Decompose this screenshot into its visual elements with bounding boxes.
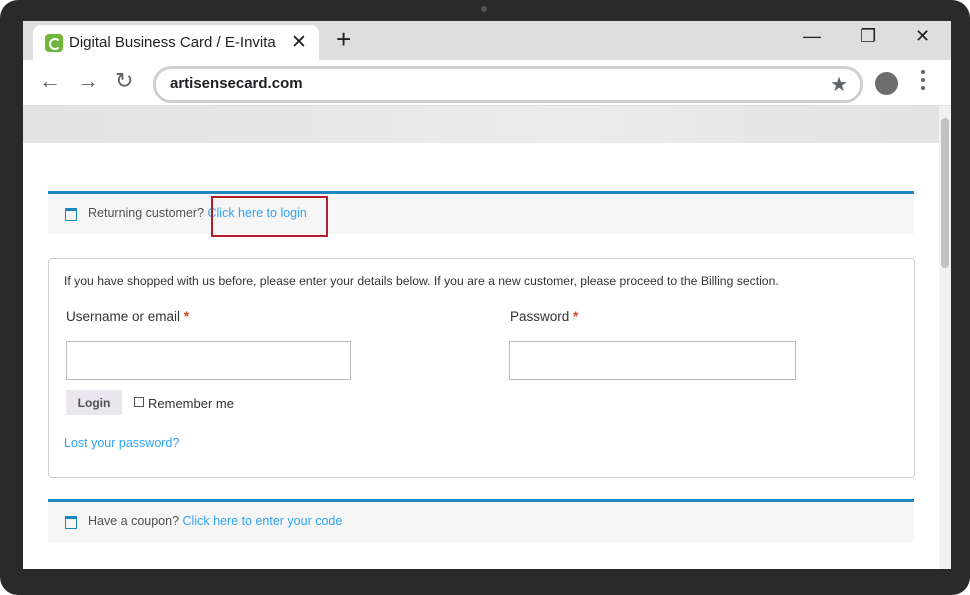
password-label: Password * xyxy=(510,309,578,324)
new-tab-button[interactable]: + xyxy=(336,26,351,52)
close-window-button[interactable]: ✕ xyxy=(915,26,930,47)
forward-arrow-icon[interactable]: → xyxy=(77,68,99,94)
webcam xyxy=(481,6,487,12)
window-icon xyxy=(65,516,77,529)
page-header-banner xyxy=(23,106,939,143)
password-label-text: Password xyxy=(510,309,570,324)
login-intro-text: If you have shopped with us before, plea… xyxy=(64,274,779,288)
lost-password-link[interactable]: Lost your password? xyxy=(64,436,179,450)
address-bar[interactable]: artisensecard.com ★ xyxy=(153,66,863,103)
required-mark: * xyxy=(183,309,190,324)
login-form: If you have shopped with us before, plea… xyxy=(48,258,915,478)
coupon-notice: Have a coupon? Click here to enter your … xyxy=(48,499,914,542)
returning-customer-prefix: Returning customer? xyxy=(88,206,205,220)
password-input[interactable] xyxy=(509,341,796,380)
kebab-menu-icon[interactable] xyxy=(921,70,925,94)
browser-window: Digital Business Card / E-Invita ✕ + — ❐… xyxy=(23,21,951,569)
remember-me-checkbox[interactable] xyxy=(134,397,144,407)
browser-toolbar: ← → ↻ artisensecard.com ★ xyxy=(23,60,951,106)
scrollbar-thumb[interactable] xyxy=(941,118,949,268)
bookmark-star-icon[interactable]: ★ xyxy=(830,72,848,97)
window-icon xyxy=(65,208,77,221)
username-label: Username or email * xyxy=(66,309,189,324)
site-favicon-icon xyxy=(45,34,63,52)
coupon-toggle-link[interactable]: Click here to enter your code xyxy=(179,514,343,528)
tab-title: Digital Business Card / E-Invita xyxy=(69,34,276,51)
back-arrow-icon[interactable]: ← xyxy=(39,68,61,94)
username-input[interactable] xyxy=(66,341,351,380)
url-text: artisensecard.com xyxy=(170,75,303,92)
remember-me-label: Remember me xyxy=(148,396,234,411)
browser-tab[interactable]: Digital Business Card / E-Invita ✕ xyxy=(33,25,319,60)
profile-avatar-icon[interactable] xyxy=(875,72,898,95)
restore-button[interactable]: ❐ xyxy=(860,26,876,47)
required-mark: * xyxy=(573,309,579,324)
page-scrollbar[interactable] xyxy=(939,106,951,569)
laptop-frame: Digital Business Card / E-Invita ✕ + — ❐… xyxy=(0,0,970,595)
username-label-text: Username or email xyxy=(66,309,181,324)
returning-customer-notice: Returning customer? Click here to login xyxy=(48,191,914,234)
highlight-box xyxy=(211,196,328,237)
coupon-prefix: Have a coupon? xyxy=(88,514,180,528)
remember-me[interactable]: Remember me xyxy=(134,396,234,411)
coupon-text: Have a coupon? Click here to enter your … xyxy=(88,514,342,528)
close-tab-icon[interactable]: ✕ xyxy=(291,31,307,54)
tab-strip: Digital Business Card / E-Invita ✕ + — ❐… xyxy=(23,21,951,60)
login-button[interactable]: Login xyxy=(66,390,122,415)
reload-icon[interactable]: ↻ xyxy=(115,68,133,94)
minimize-button[interactable]: — xyxy=(803,26,821,47)
